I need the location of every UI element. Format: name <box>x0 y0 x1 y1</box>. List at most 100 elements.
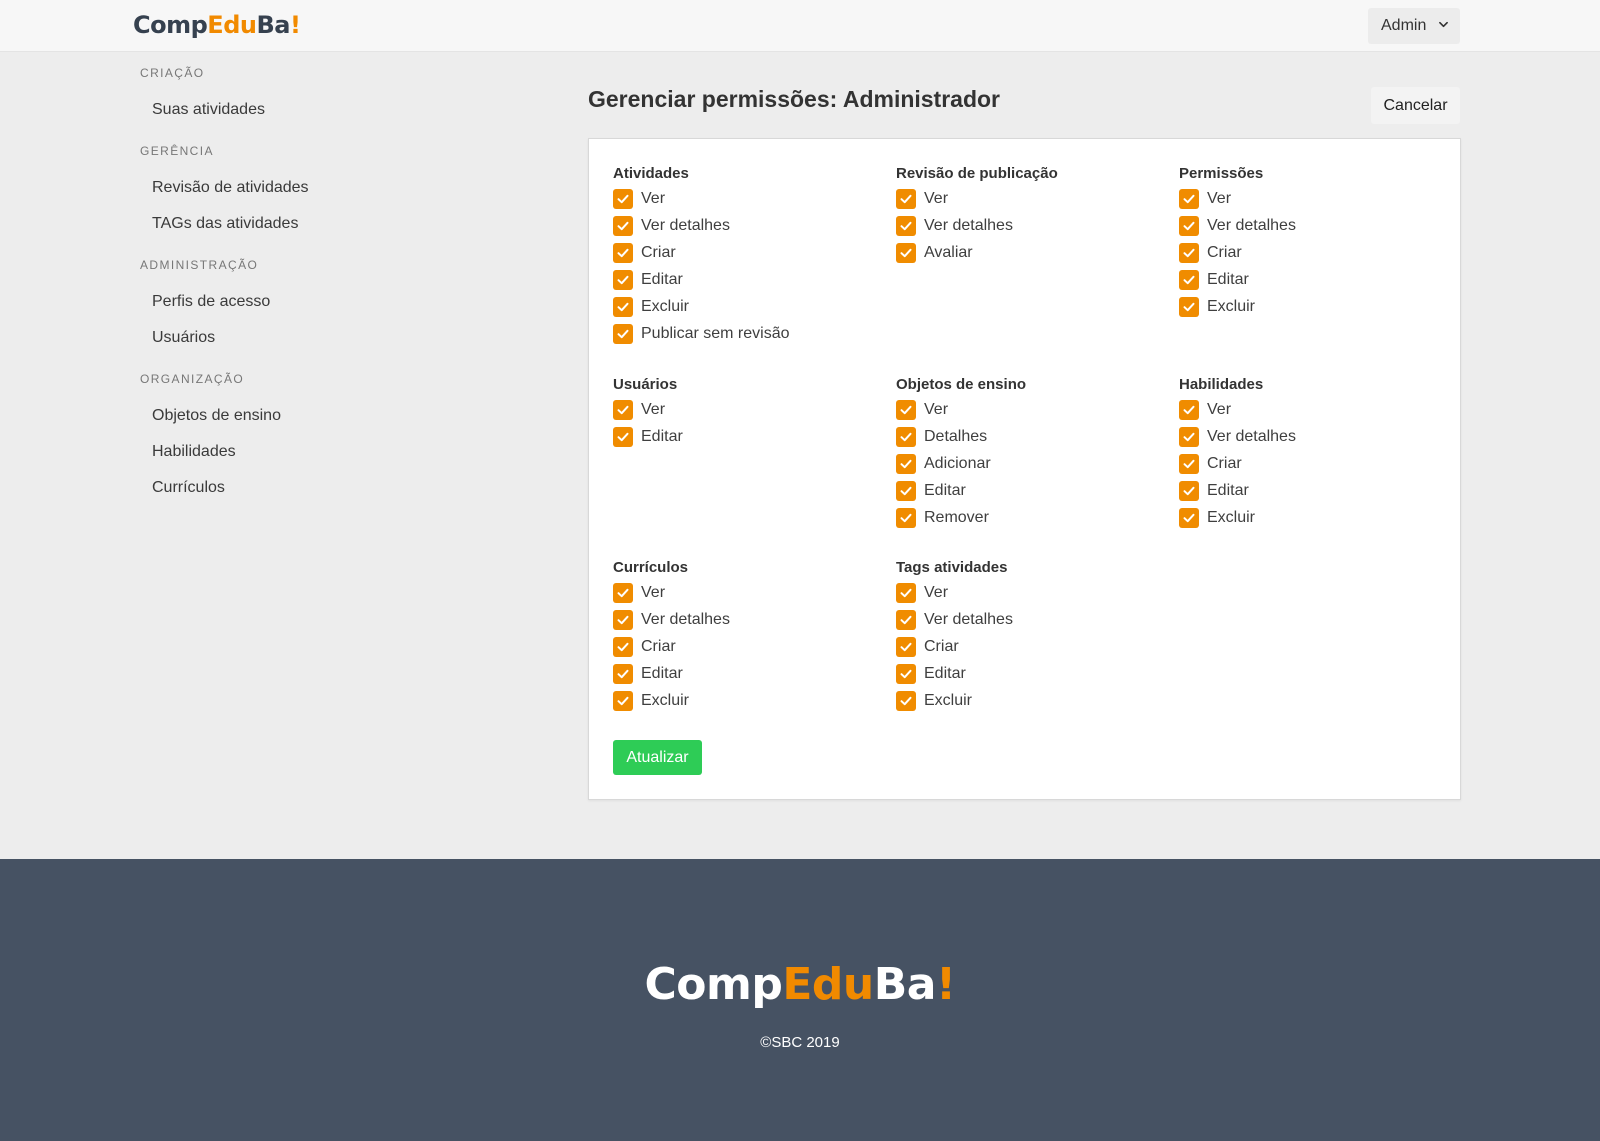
permission-option[interactable]: Ver detalhes <box>1179 212 1449 239</box>
checkbox-checked-icon[interactable] <box>613 269 633 290</box>
permission-option[interactable]: Editar <box>896 477 1166 504</box>
permission-option[interactable]: Ver detalhes <box>1179 423 1449 450</box>
permissions-card: Atividades Ver Ver detalhes Criar Editar Excl… <box>588 138 1461 800</box>
checkbox-checked-icon[interactable] <box>1179 269 1199 290</box>
permission-group-title: Usuários <box>613 376 678 393</box>
permission-option[interactable]: Criar <box>1179 450 1449 477</box>
checkbox-checked-icon[interactable] <box>896 690 916 711</box>
permission-group-habilidades: Habilidades Ver Ver detalhes Criar Editar Exc… <box>1179 374 1449 531</box>
checkbox-checked-icon[interactable] <box>896 399 916 420</box>
brand-logo[interactable]: CompEduBa! <box>133 10 301 40</box>
permission-label: Excluir <box>924 691 973 709</box>
permission-option[interactable]: Editar <box>896 660 1166 687</box>
checkbox-checked-icon[interactable] <box>613 663 633 684</box>
permission-option[interactable]: Ver <box>896 185 1166 212</box>
checkbox-checked-icon[interactable] <box>1179 242 1199 263</box>
sidebar-item-habilidades[interactable]: Habilidades <box>152 443 236 461</box>
permission-option[interactable]: Criar <box>613 239 883 266</box>
permission-option[interactable]: Ver <box>613 579 883 606</box>
checkbox-checked-icon[interactable] <box>896 480 916 501</box>
permission-option[interactable]: Ver <box>613 185 883 212</box>
permission-option[interactable]: Ver detalhes <box>896 212 1166 239</box>
checkbox-checked-icon[interactable] <box>896 188 916 209</box>
checkbox-checked-icon[interactable] <box>1179 426 1199 447</box>
sidebar-item-tags-das-atividades[interactable]: TAGs das atividades <box>152 215 298 233</box>
permission-option[interactable]: Ver detalhes <box>613 212 883 239</box>
checkbox-checked-icon[interactable] <box>896 215 916 236</box>
permission-option[interactable]: Ver detalhes <box>613 606 883 633</box>
sidebar-item-usuarios[interactable]: Usuários <box>152 329 215 347</box>
checkbox-checked-icon[interactable] <box>1179 296 1199 317</box>
sidebar-item-objetos-de-ensino[interactable]: Objetos de ensino <box>152 407 281 425</box>
permission-option[interactable]: Ver detalhes <box>896 606 1166 633</box>
checkbox-checked-icon[interactable] <box>1179 215 1199 236</box>
sidebar-item-perfis-de-acesso[interactable]: Perfis de acesso <box>152 293 270 311</box>
permission-option[interactable]: Avaliar <box>896 239 1166 266</box>
permission-option[interactable]: Adicionar <box>896 450 1166 477</box>
checkbox-checked-icon[interactable] <box>613 323 633 344</box>
checkbox-checked-icon[interactable] <box>896 663 916 684</box>
checkbox-checked-icon[interactable] <box>896 242 916 263</box>
checkbox-checked-icon[interactable] <box>613 609 633 630</box>
checkbox-checked-icon[interactable] <box>613 426 633 447</box>
checkbox-checked-icon[interactable] <box>613 242 633 263</box>
permission-option[interactable]: Criar <box>896 633 1166 660</box>
permission-option[interactable]: Excluir <box>613 293 883 320</box>
sidebar-heading-criacao: CRIAÇÃO <box>140 66 205 80</box>
permission-option[interactable]: Ver <box>896 579 1166 606</box>
checkbox-checked-icon[interactable] <box>1179 453 1199 474</box>
permission-option[interactable]: Editar <box>1179 477 1449 504</box>
cancel-button[interactable]: Cancelar <box>1371 87 1460 124</box>
permission-label: Criar <box>1207 243 1242 261</box>
permission-option[interactable]: Detalhes <box>896 423 1166 450</box>
checkbox-checked-icon[interactable] <box>1179 480 1199 501</box>
sidebar-heading-administracao: ADMINISTRAÇÃO <box>140 258 259 272</box>
checkbox-checked-icon[interactable] <box>613 188 633 209</box>
checkbox-checked-icon[interactable] <box>613 296 633 317</box>
checkbox-checked-icon[interactable] <box>896 609 916 630</box>
permission-label: Remover <box>924 508 989 526</box>
permission-option[interactable]: Excluir <box>613 687 883 714</box>
permission-label: Publicar sem revisão <box>641 324 790 342</box>
permission-label: Ver <box>641 583 666 601</box>
permission-option[interactable]: Excluir <box>1179 504 1449 531</box>
checkbox-checked-icon[interactable] <box>896 507 916 528</box>
user-menu-button[interactable]: Admin <box>1368 8 1460 44</box>
permission-option[interactable]: Ver <box>896 396 1166 423</box>
checkbox-checked-icon[interactable] <box>896 582 916 603</box>
checkbox-checked-icon[interactable] <box>613 399 633 420</box>
permission-option[interactable]: Editar <box>613 266 883 293</box>
checkbox-checked-icon[interactable] <box>896 636 916 657</box>
checkbox-checked-icon[interactable] <box>1179 188 1199 209</box>
checkbox-checked-icon[interactable] <box>613 690 633 711</box>
permission-option[interactable]: Ver <box>1179 396 1449 423</box>
permission-group-title: Tags atividades <box>896 559 1008 576</box>
permission-option[interactable]: Publicar sem revisão <box>613 320 883 347</box>
permission-option[interactable]: Criar <box>613 633 883 660</box>
checkbox-checked-icon[interactable] <box>613 215 633 236</box>
permission-option[interactable]: Editar <box>1179 266 1449 293</box>
permission-group-revisao-de-publicacao: Revisão de publicação Ver Ver detalhes Aval… <box>896 163 1166 266</box>
checkbox-checked-icon[interactable] <box>896 426 916 447</box>
checkbox-checked-icon[interactable] <box>896 453 916 474</box>
permission-option[interactable]: Ver <box>1179 185 1449 212</box>
checkbox-checked-icon[interactable] <box>613 582 633 603</box>
permission-label: Ver <box>924 400 949 418</box>
checkbox-checked-icon[interactable] <box>1179 399 1199 420</box>
sidebar-item-revisao-de-atividades[interactable]: Revisão de atividades <box>152 179 309 197</box>
permission-option[interactable]: Excluir <box>1179 293 1449 320</box>
permission-group-title: Currículos <box>613 559 689 576</box>
sidebar-item-curriculos[interactable]: Currículos <box>152 479 225 497</box>
checkbox-checked-icon[interactable] <box>1179 507 1199 528</box>
footer: CompEduBa! ©SBC 2019 <box>0 859 1600 1141</box>
permission-option[interactable]: Excluir <box>896 687 1166 714</box>
checkbox-checked-icon[interactable] <box>613 636 633 657</box>
permission-option[interactable]: Criar <box>1179 239 1449 266</box>
permission-option[interactable]: Ver <box>613 396 883 423</box>
update-button[interactable]: Atualizar <box>613 740 702 775</box>
permission-option[interactable]: Editar <box>613 660 883 687</box>
permission-label: Ver <box>641 400 666 418</box>
sidebar-item-suas-atividades[interactable]: Suas atividades <box>152 101 265 119</box>
permission-option[interactable]: Remover <box>896 504 1166 531</box>
permission-option[interactable]: Editar <box>613 423 883 450</box>
